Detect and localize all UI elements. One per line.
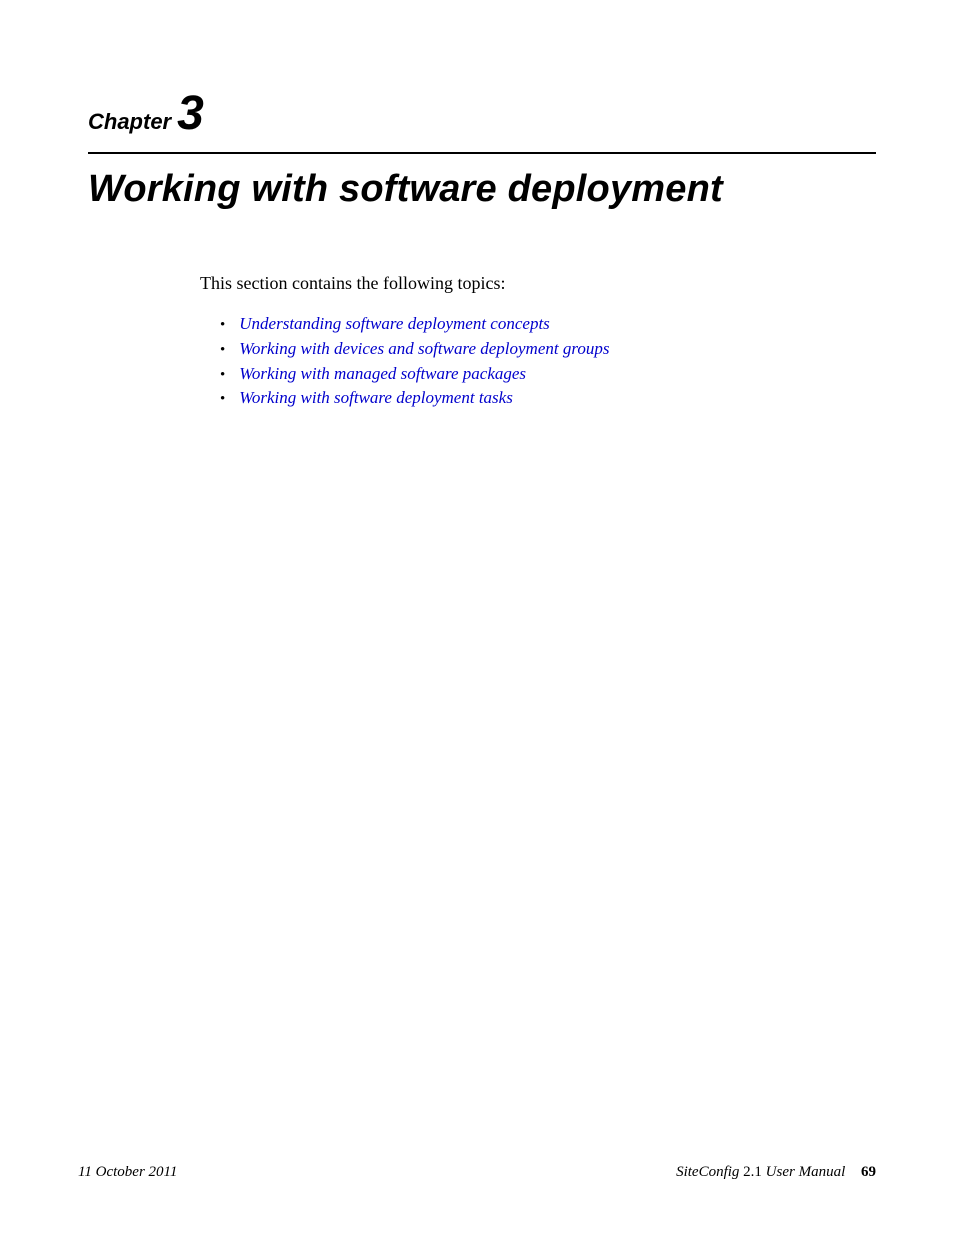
- footer-version: 2.1: [743, 1164, 762, 1180]
- toc-item: • Working with devices and software depl…: [220, 337, 876, 362]
- chapter-number: 3: [177, 90, 204, 138]
- footer-date: 11 October 2011: [78, 1164, 177, 1181]
- toc-item: • Working with software deployment tasks: [220, 386, 876, 411]
- footer-right: SiteConfig 2.1 User Manual 69: [676, 1164, 876, 1181]
- footer-page-number: 69: [861, 1164, 876, 1180]
- toc-item: • Working with managed software packages: [220, 362, 876, 387]
- toc-list: • Understanding software deployment conc…: [220, 312, 876, 411]
- footer-manual: User Manual: [766, 1164, 846, 1180]
- footer-product: SiteConfig: [676, 1164, 739, 1180]
- chapter-heading: Chapter 3: [88, 90, 876, 138]
- page-footer: 11 October 2011 SiteConfig 2.1 User Manu…: [78, 1164, 876, 1181]
- toc-item: • Understanding software deployment conc…: [220, 312, 876, 337]
- toc-link-tasks[interactable]: Working with software deployment tasks: [239, 386, 513, 411]
- bullet-icon: •: [220, 340, 225, 362]
- toc-link-packages[interactable]: Working with managed software packages: [239, 362, 526, 387]
- toc-link-concepts[interactable]: Understanding software deployment concep…: [239, 312, 550, 337]
- bullet-icon: •: [220, 315, 225, 337]
- divider: [88, 152, 876, 154]
- chapter-label: Chapter: [88, 109, 171, 135]
- bullet-icon: •: [220, 389, 225, 411]
- bullet-icon: •: [220, 365, 225, 387]
- toc-link-devices-groups[interactable]: Working with devices and software deploy…: [239, 337, 609, 362]
- intro-text: This section contains the following topi…: [200, 273, 876, 294]
- page-title: Working with software deployment: [88, 168, 876, 211]
- page-content: Chapter 3 Working with software deployme…: [0, 0, 954, 411]
